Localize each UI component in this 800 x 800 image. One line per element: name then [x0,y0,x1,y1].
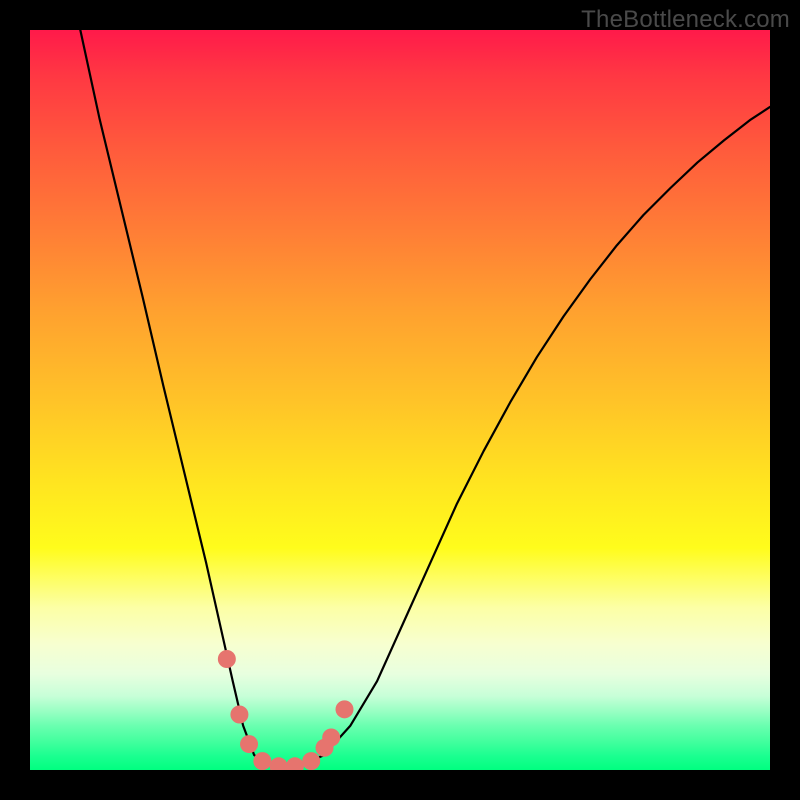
marker-group [218,650,354,770]
data-marker [253,752,271,770]
data-marker [270,757,288,770]
watermark-label: TheBottleneck.com [581,6,790,34]
bottleneck-curve [80,30,770,767]
data-marker [230,706,248,724]
data-marker [286,757,304,770]
data-marker [240,735,258,753]
data-marker [322,728,340,746]
plot-area [30,30,770,770]
curve-svg [30,30,770,770]
chart-frame: TheBottleneck.com [0,0,800,800]
data-marker [336,700,354,718]
data-marker [302,752,320,770]
data-marker [218,650,236,668]
